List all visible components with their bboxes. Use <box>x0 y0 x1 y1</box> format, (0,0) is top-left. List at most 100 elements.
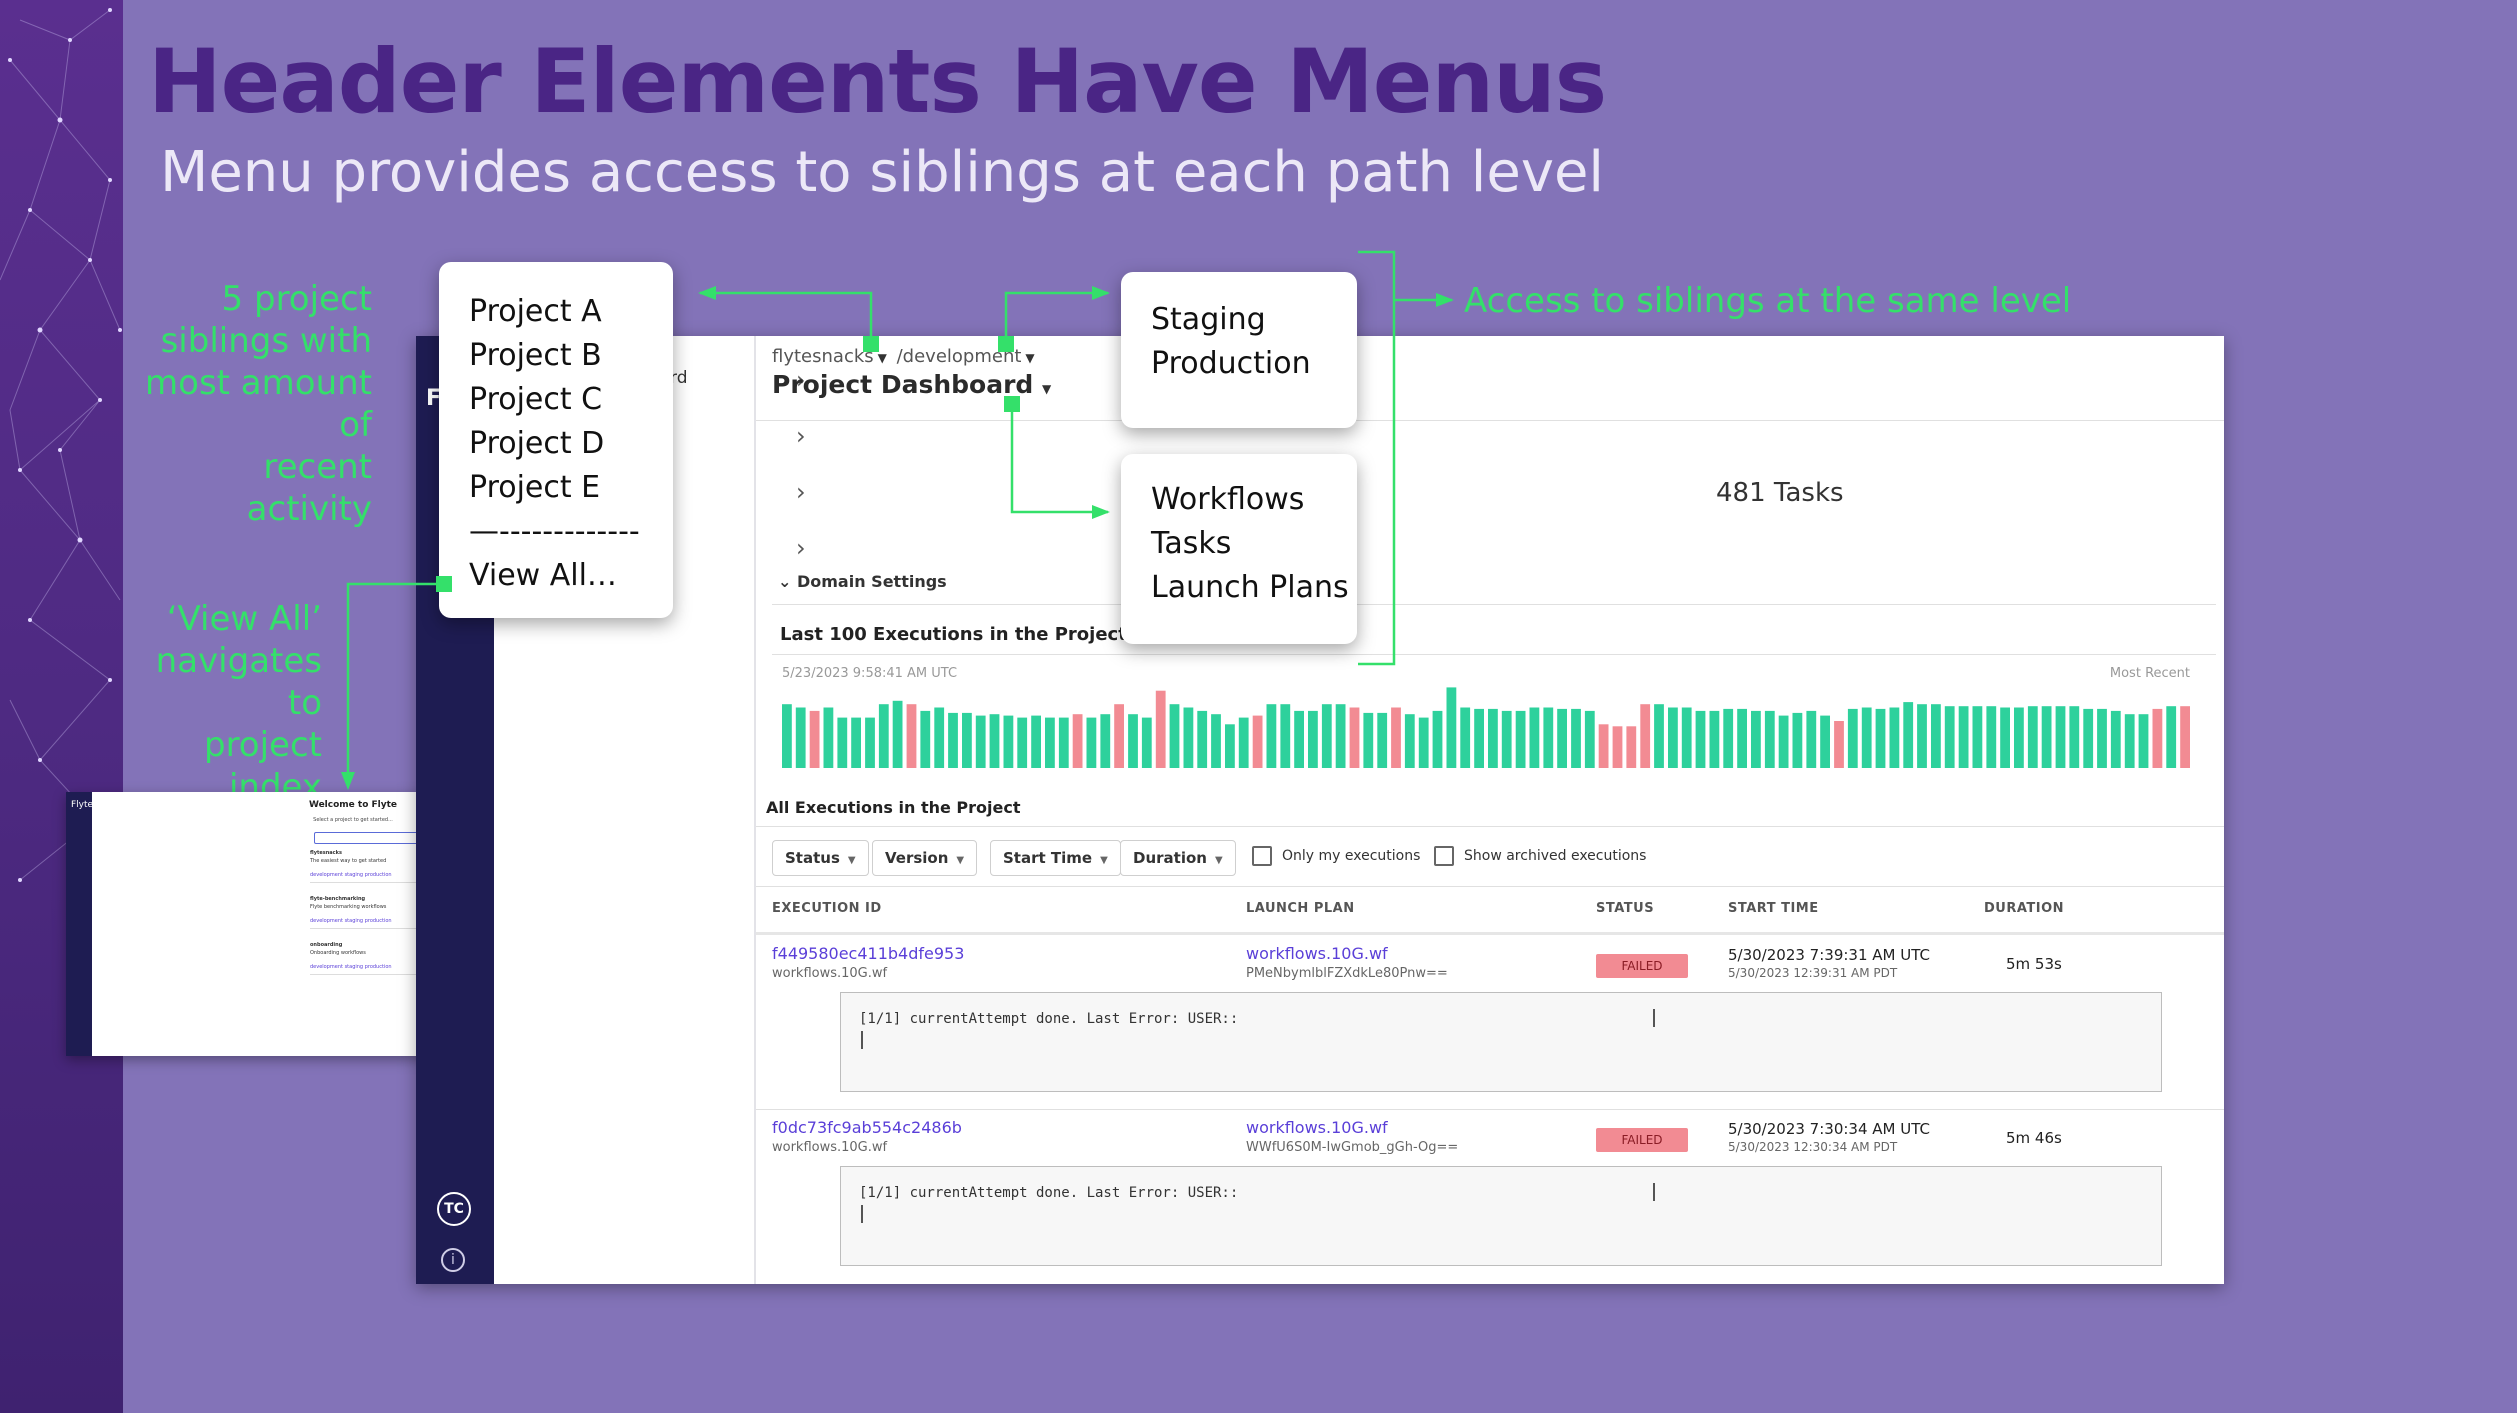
project-menu-item[interactable]: Project C <box>469 378 640 422</box>
execution-bar[interactable] <box>809 710 820 768</box>
execution-bar[interactable] <box>1488 708 1498 768</box>
project-menu-item[interactable]: Project E <box>469 466 640 510</box>
execution-bar[interactable] <box>1349 707 1360 769</box>
column-header-duration[interactable]: DURATION <box>1984 901 2064 916</box>
execution-bar[interactable] <box>1903 702 1914 768</box>
project-menu-item[interactable]: Project A <box>469 290 640 334</box>
show-archived-checkbox[interactable] <box>1434 846 1454 866</box>
execution-bar[interactable] <box>1017 717 1028 768</box>
execution-bar[interactable] <box>1335 704 1346 768</box>
execution-bar[interactable] <box>1280 704 1291 768</box>
execution-bar[interactable] <box>1820 715 1830 768</box>
execution-bar[interactable] <box>1737 708 1747 768</box>
thumbnail-project-name[interactable]: flyte-benchmarking <box>310 896 420 902</box>
execution-bar[interactable] <box>1529 707 1540 769</box>
caret-down-icon[interactable]: ▼ <box>1042 382 1051 396</box>
domain-settings-toggle[interactable]: ⌄ Domain Settings <box>778 572 947 591</box>
execution-bar[interactable] <box>1114 704 1124 768</box>
execution-bar[interactable] <box>2027 706 2038 768</box>
execution-bar[interactable] <box>920 710 931 768</box>
execution-bar[interactable] <box>1626 726 1637 768</box>
thumbnail-project-name[interactable]: flytesnacks <box>310 850 420 856</box>
execution-bar[interactable] <box>1654 704 1664 768</box>
execution-bar[interactable] <box>2097 708 2107 768</box>
entity-menu-item[interactable]: Launch Plans <box>1151 566 1349 610</box>
thumbnail-project-name[interactable]: onboarding <box>310 942 420 948</box>
execution-bar[interactable] <box>1391 707 1401 769</box>
breadcrumb-project[interactable]: flytesnacks <box>772 346 874 367</box>
execution-bar[interactable] <box>1308 710 1318 768</box>
execution-bar[interactable] <box>1045 717 1055 768</box>
execution-bar[interactable] <box>782 704 792 768</box>
execution-bar[interactable] <box>1460 707 1471 769</box>
entity-menu-item[interactable]: Workflows <box>1151 478 1349 522</box>
execution-bar[interactable] <box>1972 706 1983 768</box>
execution-bar[interactable] <box>2083 708 2094 768</box>
execution-bar[interactable] <box>1806 710 1817 768</box>
execution-bar[interactable] <box>2124 714 2135 768</box>
column-header-launch-plan[interactable]: LAUNCH PLAN <box>1246 901 1355 916</box>
execution-bar[interactable] <box>1584 710 1595 768</box>
only-my-executions-checkbox[interactable] <box>1252 846 1272 866</box>
execution-bar[interactable] <box>1031 715 1041 768</box>
execution-bar[interactable] <box>1778 715 1789 768</box>
execution-bar[interactable] <box>1834 721 1844 768</box>
execution-bar[interactable] <box>1238 717 1249 768</box>
execution-bar[interactable] <box>1695 710 1706 768</box>
execution-bar[interactable] <box>2152 708 2163 768</box>
execution-bar[interactable] <box>1986 706 1997 768</box>
execution-bar[interactable] <box>1266 704 1277 768</box>
execution-bar[interactable] <box>1474 708 1484 768</box>
thumbnail-domain-links[interactable]: development staging production <box>310 918 392 924</box>
page-title[interactable]: Project Dashboard ▼ <box>772 370 1051 399</box>
execution-bar[interactable] <box>2166 706 2177 768</box>
domain-menu-item[interactable]: Staging <box>1151 298 1311 342</box>
launch-plan-link[interactable]: workflows.10G.wf <box>1246 944 1388 963</box>
execution-bar[interactable] <box>878 704 889 768</box>
user-avatar[interactable]: TC <box>437 1192 471 1226</box>
execution-bar[interactable] <box>989 714 1000 768</box>
execution-bar[interactable] <box>1571 708 1581 768</box>
execution-bar[interactable] <box>1515 710 1526 768</box>
execution-bar[interactable] <box>1252 715 1263 768</box>
execution-bar[interactable] <box>1861 707 1872 769</box>
execution-bar[interactable] <box>1875 708 1886 768</box>
thumbnail-domain-links[interactable]: development staging production <box>310 964 392 970</box>
execution-bar[interactable] <box>2110 710 2121 768</box>
filter-version[interactable]: Version ▼ <box>872 840 978 876</box>
execution-bar[interactable] <box>1363 712 1374 768</box>
execution-bar[interactable] <box>1792 712 1803 768</box>
execution-bar[interactable] <box>1058 717 1069 768</box>
execution-bar[interactable] <box>1764 710 1775 768</box>
execution-bar[interactable] <box>1501 710 1512 768</box>
filter-duration[interactable]: Duration ▼ <box>1120 840 1236 876</box>
column-header-status[interactable]: STATUS <box>1596 901 1654 916</box>
execution-bar[interactable] <box>1917 704 1927 768</box>
execution-bar[interactable] <box>1072 714 1083 768</box>
column-header-execution-id[interactable]: EXECUTION ID <box>772 901 882 916</box>
filter-status[interactable]: Status ▼ <box>772 840 869 876</box>
execution-bar[interactable] <box>1211 714 1221 768</box>
execution-bar[interactable] <box>1847 708 1858 768</box>
error-log[interactable]: [1/1] currentAttempt done. Last Error: U… <box>840 1166 2162 1266</box>
execution-bar[interactable] <box>906 704 917 768</box>
execution-bar[interactable] <box>1446 687 1457 768</box>
execution-bar[interactable] <box>1681 707 1692 769</box>
execution-bar[interactable] <box>962 712 972 768</box>
execution-bar[interactable] <box>2014 707 2024 769</box>
execution-bar[interactable] <box>1709 710 1720 768</box>
thumbnail-domain-links[interactable]: development staging production <box>310 872 392 878</box>
show-archived-label[interactable]: Show archived executions <box>1464 848 1646 864</box>
execution-bar[interactable] <box>2055 706 2066 768</box>
breadcrumb-domain[interactable]: /development <box>897 346 1022 367</box>
execution-bar[interactable] <box>1418 717 1429 768</box>
execution-bar[interactable] <box>975 715 986 768</box>
project-menu-item[interactable]: Project B <box>469 334 640 378</box>
execution-id-link[interactable]: f0dc73fc9ab554c2486b <box>772 1118 962 1137</box>
caret-down-icon[interactable]: ▼ <box>1025 351 1034 365</box>
execution-bar[interactable] <box>2180 706 2190 768</box>
execution-bar[interactable] <box>2000 707 2010 769</box>
launch-plan-link[interactable]: workflows.10G.wf <box>1246 1118 1388 1137</box>
execution-bar[interactable] <box>1543 707 1554 769</box>
execution-bar[interactable] <box>1100 714 1111 768</box>
